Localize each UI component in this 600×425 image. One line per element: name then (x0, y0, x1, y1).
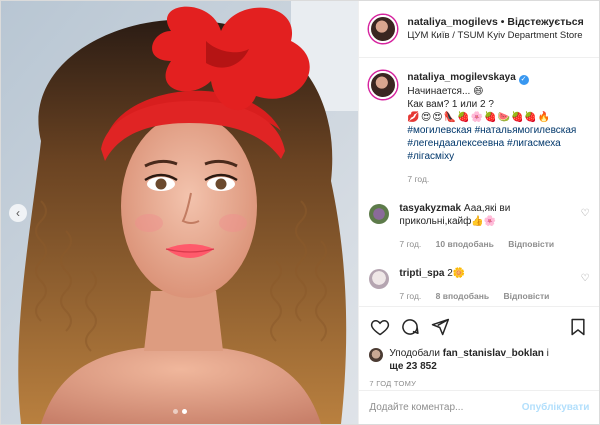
comment-like-heart-icon[interactable]: ♡ (580, 273, 589, 284)
comment-likes[interactable]: 10 вподобань (436, 239, 494, 249)
carousel-dot (172, 409, 178, 414)
commenter-username[interactable]: tripti_spa (399, 268, 444, 279)
carousel-prev-button[interactable]: ‹ (9, 204, 27, 222)
comment-time[interactable]: 7 год. (399, 291, 421, 301)
hashtag-link[interactable]: #могилевская #натальямогилевская (407, 124, 576, 137)
caption-emoji-line: 💋😍😍👠🍓🌸🍓🍉🍓🍓🔥 (407, 112, 552, 123)
bookmark-save-icon[interactable] (567, 316, 589, 338)
likes-count-link[interactable]: ще 23 852 (389, 361, 436, 372)
caption-username[interactable]: nataliya_mogilevskaya (407, 72, 515, 83)
post-header: nataliya_mogilevs • Відстежується ЦУМ Ки… (359, 1, 599, 58)
header-separator: • (500, 16, 505, 28)
likes-conjunction: і (546, 348, 549, 359)
caption-time[interactable]: 7 год. (407, 174, 429, 184)
comment-text: 2🌼 (447, 268, 466, 279)
like-heart-icon[interactable] (369, 316, 391, 338)
comment-like-heart-icon[interactable]: ♡ (580, 208, 589, 219)
commenter-avatar[interactable] (369, 204, 390, 224)
following-status[interactable]: Відстежується (507, 16, 583, 28)
carousel-indicator (1, 409, 358, 414)
reply-button[interactable]: Відповісти (508, 239, 554, 249)
carousel-dot-active (181, 409, 187, 414)
hashtag-link[interactable]: #лігасміху (407, 150, 576, 163)
author-username[interactable]: nataliya_mogilevs (407, 16, 497, 28)
publish-button[interactable]: Опублікувати (522, 402, 590, 413)
instagram-post: ‹ nataliya_mogilevs • Відстежується ЦУМ … (0, 0, 600, 425)
commenter-username[interactable]: tasyakyzmak (399, 203, 461, 214)
comment-item: tripti_spa 2🌼 7 год. 8 вподобань Відпові… (369, 267, 589, 303)
post-side-panel: nataliya_mogilevs • Відстежується ЦУМ Ки… (358, 1, 600, 424)
liker-avatar[interactable] (369, 348, 384, 362)
caption-line: Как вам? 1 или 2 ? (407, 99, 494, 110)
comment-input[interactable] (369, 402, 522, 413)
commenter-avatar[interactable] (369, 269, 390, 289)
comment-likes[interactable]: 8 вподобань (436, 291, 489, 301)
comments-list: nataliya_mogilevskaya ✓ Начинается... 😄 … (359, 59, 599, 306)
caption-line: Начинается... 😄 (407, 86, 484, 97)
comment-time[interactable]: 7 год. (399, 239, 421, 249)
comment-item: tasyakyzmak Ааа,які ви прикольні,кайф👍🌸 … (369, 202, 589, 251)
hashtag-link[interactable]: #легендаалексеевна #лигасмеха (407, 137, 576, 150)
post-actions: Уподобали fan_stanislav_boklan і ще 23 8… (359, 306, 600, 388)
verified-badge-icon: ✓ (518, 75, 529, 85)
comment-bubble-icon[interactable] (399, 316, 421, 338)
reply-button[interactable]: Відповісти (503, 291, 549, 301)
post-photo[interactable]: ‹ (1, 1, 359, 424)
post-timestamp[interactable]: 7 ГОД ТОМУ (369, 379, 589, 388)
add-comment-bar: Опублікувати (359, 390, 600, 424)
likes-prefix: Уподобали (389, 348, 440, 359)
post-location[interactable]: ЦУМ Київ / TSUM Kyiv Department Store (407, 29, 583, 43)
author-avatar[interactable] (369, 15, 398, 43)
caption-author-avatar[interactable] (369, 71, 398, 99)
liker-username[interactable]: fan_stanislav_boklan (443, 348, 544, 359)
post-caption: nataliya_mogilevskaya ✓ Начинается... 😄 … (369, 71, 589, 186)
photo-illustration (1, 1, 359, 424)
likes-summary: Уподобали fan_stanislav_boklan і ще 23 8… (369, 347, 589, 373)
share-plane-icon[interactable] (429, 316, 451, 338)
